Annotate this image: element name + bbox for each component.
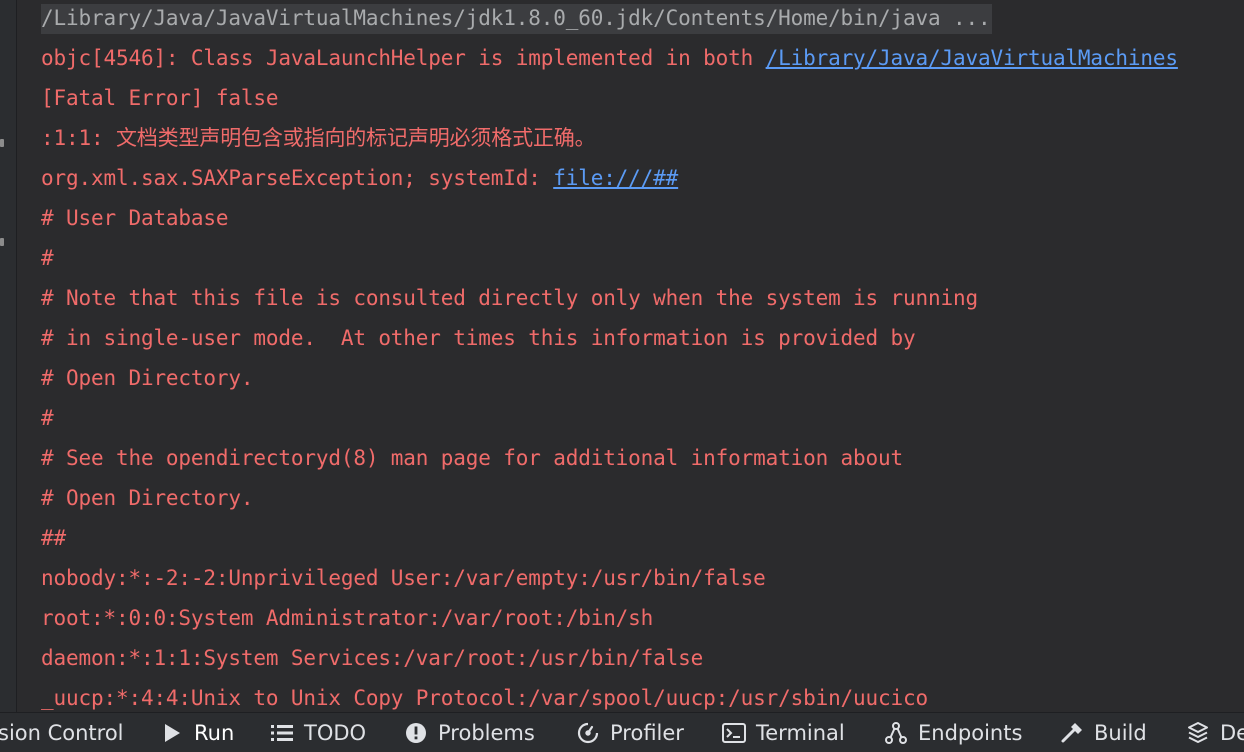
tab-profiler[interactable]: Profiler bbox=[576, 713, 684, 752]
console-line: # Note that this file is consulted direc… bbox=[41, 278, 978, 318]
console-line-text: # Open Directory. bbox=[41, 486, 254, 510]
tab-label: De bbox=[1220, 721, 1244, 745]
console-line: # bbox=[41, 398, 54, 438]
console-line: [Fatal Error] false bbox=[41, 78, 279, 118]
tab-build[interactable]: Build bbox=[1060, 713, 1147, 752]
tool-window-bar: sion Control Run TODO Problems Profiler … bbox=[0, 712, 1244, 752]
console-line-text: # in single-user mode. At other times th… bbox=[41, 326, 916, 350]
tab-label: Problems bbox=[438, 721, 535, 745]
profiler-icon bbox=[576, 721, 600, 745]
console-line: # Open Directory. bbox=[41, 358, 254, 398]
console-line: objc[4546]: Class JavaLaunchHelper is im… bbox=[41, 38, 1178, 78]
console-line: root:*:0:0:System Administrator:/var/roo… bbox=[41, 598, 653, 638]
console-line-text: # User Database bbox=[41, 206, 229, 230]
tab-problems[interactable]: Problems bbox=[404, 713, 535, 752]
console-line-text: # Note that this file is consulted direc… bbox=[41, 286, 978, 310]
run-console-output[interactable]: /Library/Java/JavaVirtualMachines/jdk1.8… bbox=[17, 0, 1244, 712]
gutter-marker bbox=[0, 238, 4, 246]
tab-label: Endpoints bbox=[918, 721, 1023, 745]
console-line: :1:1: 文档类型声明包含或指向的标记声明必须格式正确。 bbox=[41, 118, 596, 158]
tab-endpoints[interactable]: Endpoints bbox=[884, 713, 1022, 752]
console-line-text: # See the opendirectoryd(8) man page for… bbox=[41, 446, 904, 470]
terminal-icon bbox=[722, 721, 746, 745]
left-gutter bbox=[0, 0, 17, 712]
tab-terminal[interactable]: Terminal bbox=[722, 713, 845, 752]
ide-window: /Library/Java/JavaVirtualMachines/jdk1.8… bbox=[0, 0, 1244, 752]
tab-label: Terminal bbox=[756, 721, 845, 745]
console-line-text: [Fatal Error] false bbox=[41, 86, 279, 110]
run-icon bbox=[160, 721, 184, 745]
tab-label: TODO bbox=[304, 721, 367, 745]
gutter-marker bbox=[0, 139, 4, 147]
tab-run[interactable]: Run bbox=[160, 713, 234, 752]
console-line: daemon:*:1:1:System Services:/var/root:/… bbox=[41, 638, 703, 678]
console-line-link[interactable]: file:///## bbox=[553, 166, 678, 190]
console-line-text: _uucp:*:4:4:Unix to Unix Copy Protocol:/… bbox=[41, 686, 929, 710]
console-line-text: # bbox=[41, 406, 54, 430]
console-line-text: :1:1: 文档类型声明包含或指向的标记声明必须格式正确。 bbox=[41, 126, 596, 150]
tab-label: Profiler bbox=[610, 721, 684, 745]
todo-list-icon bbox=[270, 721, 294, 745]
console-line-text: org.xml.sax.SAXParseException; systemId: bbox=[41, 166, 554, 190]
console-line: nobody:*:-2:-2:Unprivileged User:/var/em… bbox=[41, 558, 766, 598]
tab-label: Build bbox=[1094, 721, 1147, 745]
console-line-link[interactable]: /Library/Java/JavaVirtualMachines bbox=[766, 46, 1178, 70]
console-line-text: root:*:0:0:System Administrator:/var/roo… bbox=[41, 606, 654, 630]
console-line: # Open Directory. bbox=[41, 478, 254, 518]
console-line: # in single-user mode. At other times th… bbox=[41, 318, 916, 358]
console-line: org.xml.sax.SAXParseException; systemId:… bbox=[41, 158, 678, 198]
tab-label: Run bbox=[194, 721, 235, 745]
console-line: # User Database bbox=[41, 198, 229, 238]
dependencies-icon bbox=[1186, 721, 1210, 745]
console-line-text: daemon:*:1:1:System Services:/var/root:/… bbox=[41, 646, 704, 670]
console-line-text: nobody:*:-2:-2:Unprivileged User:/var/em… bbox=[41, 566, 766, 590]
console-line-text: # bbox=[41, 246, 54, 270]
console-line-text: objc[4546]: Class JavaLaunchHelper is im… bbox=[41, 46, 766, 70]
console-line-text: ## bbox=[41, 526, 66, 550]
build-hammer-icon bbox=[1060, 721, 1084, 745]
console-line-text: # Open Directory. bbox=[41, 366, 254, 390]
console-line: _uucp:*:4:4:Unix to Unix Copy Protocol:/… bbox=[41, 678, 928, 712]
console-line: # See the opendirectoryd(8) man page for… bbox=[41, 438, 903, 478]
console-line: # bbox=[41, 238, 54, 278]
tab-version-control[interactable]: sion Control bbox=[0, 713, 124, 752]
console-line: ## bbox=[41, 518, 66, 558]
tab-todo[interactable]: TODO bbox=[270, 713, 366, 752]
console-command-line: /Library/Java/JavaVirtualMachines/jdk1.8… bbox=[41, 0, 993, 38]
endpoints-icon bbox=[884, 721, 908, 745]
tab-dependencies[interactable]: De bbox=[1186, 713, 1244, 752]
tab-label: sion Control bbox=[0, 721, 124, 745]
command-text: /Library/Java/JavaVirtualMachines/jdk1.8… bbox=[41, 4, 993, 34]
problems-icon bbox=[404, 721, 428, 745]
